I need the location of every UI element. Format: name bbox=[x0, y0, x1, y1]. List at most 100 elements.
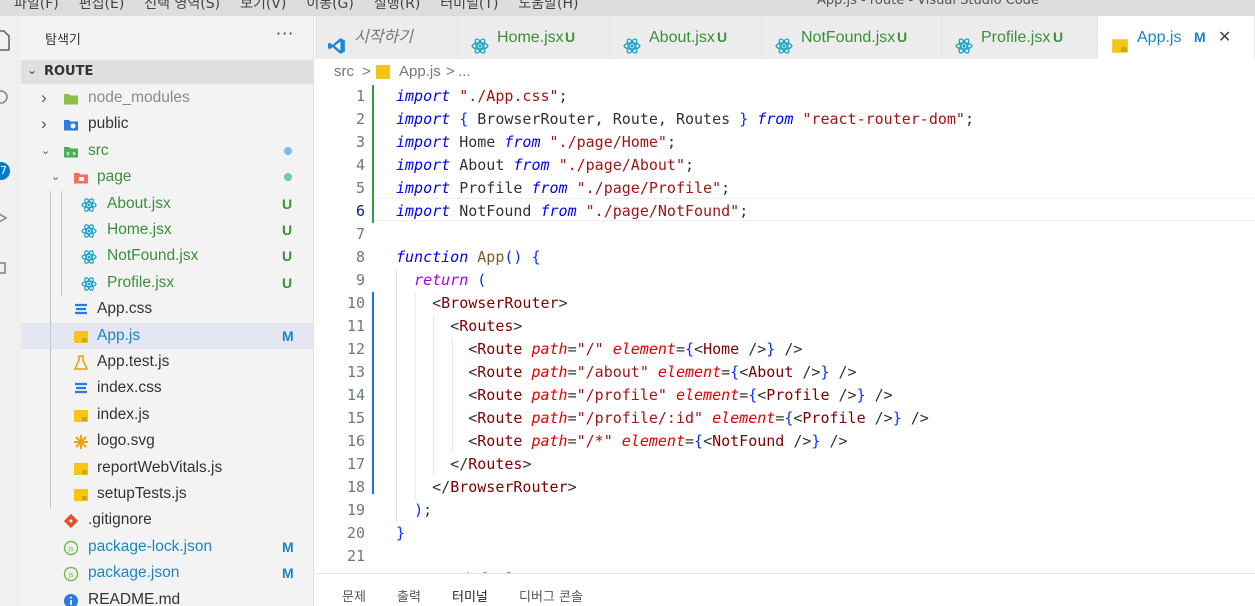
editor-tab[interactable]: App.js M ✕ bbox=[1098, 16, 1255, 59]
code-token: from bbox=[757, 110, 794, 128]
code-token: "./page/Profile" bbox=[576, 179, 722, 197]
react-icon bbox=[81, 248, 97, 265]
line-number: 5 bbox=[355, 179, 365, 197]
code-token: ; bbox=[666, 133, 676, 151]
breadcrumb-symbol[interactable]: ... bbox=[458, 59, 471, 85]
editor-tab[interactable]: Profile.jsx U bbox=[942, 16, 1098, 59]
tree-file[interactable]: App.css bbox=[21, 296, 313, 322]
tree-file[interactable]: About.jsx U bbox=[21, 191, 313, 217]
editor-tab[interactable]: 시작하기 bbox=[315, 16, 458, 59]
tree-file[interactable]: README.md bbox=[21, 587, 313, 606]
tree-file[interactable]: NotFound.jsx U bbox=[21, 243, 313, 269]
code-token: Route bbox=[477, 340, 523, 358]
code-token: = bbox=[721, 363, 731, 381]
tree-file[interactable]: index.js bbox=[21, 402, 313, 428]
menu-item[interactable]: 편집(E) bbox=[79, 0, 125, 13]
menu-item[interactable]: 보기(V) bbox=[240, 0, 286, 13]
tab-debug-console[interactable]: 디버그 콘솔 bbox=[519, 586, 583, 605]
editor-tab[interactable]: NotFound.jsx U bbox=[762, 16, 942, 59]
code-line: import Profile from "./page/Profile"; bbox=[396, 177, 730, 200]
tree-item-label: README.md bbox=[88, 590, 181, 606]
tree-file[interactable]: App.test.js bbox=[21, 349, 313, 375]
tab-label: NotFound.jsx bbox=[801, 29, 896, 46]
tree-item-label: Profile.jsx bbox=[107, 273, 175, 291]
run-debug-icon[interactable] bbox=[0, 208, 12, 228]
menu-item[interactable]: 파일(F) bbox=[14, 0, 59, 13]
tree-folder[interactable]: › public bbox=[21, 111, 313, 137]
tree-file[interactable]: .gitignore bbox=[21, 507, 313, 533]
menu-item[interactable]: 이동(G) bbox=[306, 0, 354, 13]
line-number: 15 bbox=[346, 409, 365, 427]
menu-item[interactable]: 선택 영역(S) bbox=[144, 0, 220, 13]
svg-file-icon bbox=[73, 433, 89, 450]
editor-tab[interactable]: About.jsx U bbox=[610, 16, 762, 59]
react-icon bbox=[623, 29, 641, 54]
tree-file[interactable]: js package.json M bbox=[21, 560, 313, 586]
line-number: 12 bbox=[346, 340, 365, 358]
tree-file[interactable]: setupTests.js bbox=[21, 481, 313, 507]
line-number: 19 bbox=[346, 501, 365, 519]
explorer-icon[interactable] bbox=[0, 30, 12, 51]
code-token: ) bbox=[414, 501, 424, 519]
tree-folder[interactable]: › node_modules bbox=[21, 85, 313, 111]
tree-item-label: App.js bbox=[97, 326, 141, 344]
tree-file[interactable]: App.js M bbox=[21, 322, 313, 349]
tab-output[interactable]: 출력 bbox=[397, 586, 421, 605]
git-status-badge: U bbox=[717, 29, 728, 45]
code-token: ; bbox=[558, 87, 568, 105]
editor-tab[interactable]: Home.jsx U bbox=[458, 16, 610, 59]
code-line: import Home from "./page/Home"; bbox=[396, 131, 676, 154]
extensions-icon[interactable] bbox=[0, 260, 12, 280]
tab-terminal[interactable]: 터미널 bbox=[452, 586, 488, 605]
code-token: element bbox=[712, 409, 776, 427]
breadcrumb: src > App.js > ... bbox=[315, 59, 1255, 85]
react-icon bbox=[775, 29, 793, 54]
code-token: "/profile" bbox=[576, 386, 667, 404]
tree-folder[interactable]: ⌄ page bbox=[21, 164, 313, 190]
tree-indent-guide bbox=[50, 191, 51, 509]
code-token: < bbox=[757, 386, 767, 404]
line-number: 2 bbox=[355, 110, 365, 128]
tree-item-label: About.jsx bbox=[107, 194, 171, 212]
code-line: <Route path="/*" element={<NotFound />} … bbox=[396, 430, 847, 453]
source-control-badge: 7 bbox=[0, 162, 10, 180]
git-status-badge: U bbox=[282, 274, 293, 291]
breadcrumb-folder[interactable]: src bbox=[334, 59, 354, 85]
code-token: () bbox=[504, 248, 523, 266]
code-line: function App() { bbox=[396, 246, 541, 269]
menu-item[interactable]: 터미널(T) bbox=[440, 0, 498, 13]
tree-folder[interactable]: ⌄ src bbox=[21, 138, 313, 164]
modified-lines-gutter bbox=[372, 292, 374, 494]
menu-item[interactable]: 도움말(H) bbox=[518, 0, 578, 13]
code-token: path bbox=[531, 340, 568, 358]
search-icon[interactable] bbox=[0, 88, 12, 108]
tree-item-label: setupTests.js bbox=[97, 485, 187, 502]
code-token: Profile bbox=[802, 409, 866, 427]
code-token: /> bbox=[829, 363, 857, 381]
breadcrumb-file[interactable]: App.js bbox=[399, 59, 441, 85]
tree-file[interactable]: Profile.jsx U bbox=[21, 270, 313, 296]
code-token: = bbox=[675, 340, 685, 358]
workspace-section-header[interactable]: ⌄ ROUTE bbox=[21, 60, 313, 84]
close-icon[interactable]: ✕ bbox=[1218, 16, 1231, 59]
tree-file[interactable]: js package-lock.json M bbox=[21, 534, 313, 560]
tree-file[interactable]: Home.jsx U bbox=[21, 217, 313, 243]
code-token: NotFound bbox=[450, 202, 541, 220]
code-editor[interactable]: 1 import "./App.css"; 2 import { BrowserRou… bbox=[315, 85, 1255, 573]
more-actions-icon[interactable]: ··· bbox=[276, 24, 294, 43]
tab-problems[interactable]: 문제 bbox=[342, 586, 366, 605]
code-token: } bbox=[766, 340, 776, 358]
code-token: ; bbox=[964, 110, 974, 128]
tree-file[interactable]: index.css bbox=[21, 375, 313, 401]
code-token: > bbox=[558, 294, 568, 312]
tree-file[interactable]: reportWebVitals.js bbox=[21, 455, 313, 481]
tree-file[interactable]: logo.svg bbox=[21, 428, 313, 454]
code-line: </Routes> bbox=[396, 453, 531, 476]
git-status-badge: M bbox=[1194, 29, 1206, 45]
menu-item[interactable]: 실행(R) bbox=[374, 0, 420, 13]
code-token: = bbox=[567, 363, 577, 381]
tree-item-label: .gitignore bbox=[88, 511, 152, 529]
readme-info-icon bbox=[63, 592, 79, 606]
